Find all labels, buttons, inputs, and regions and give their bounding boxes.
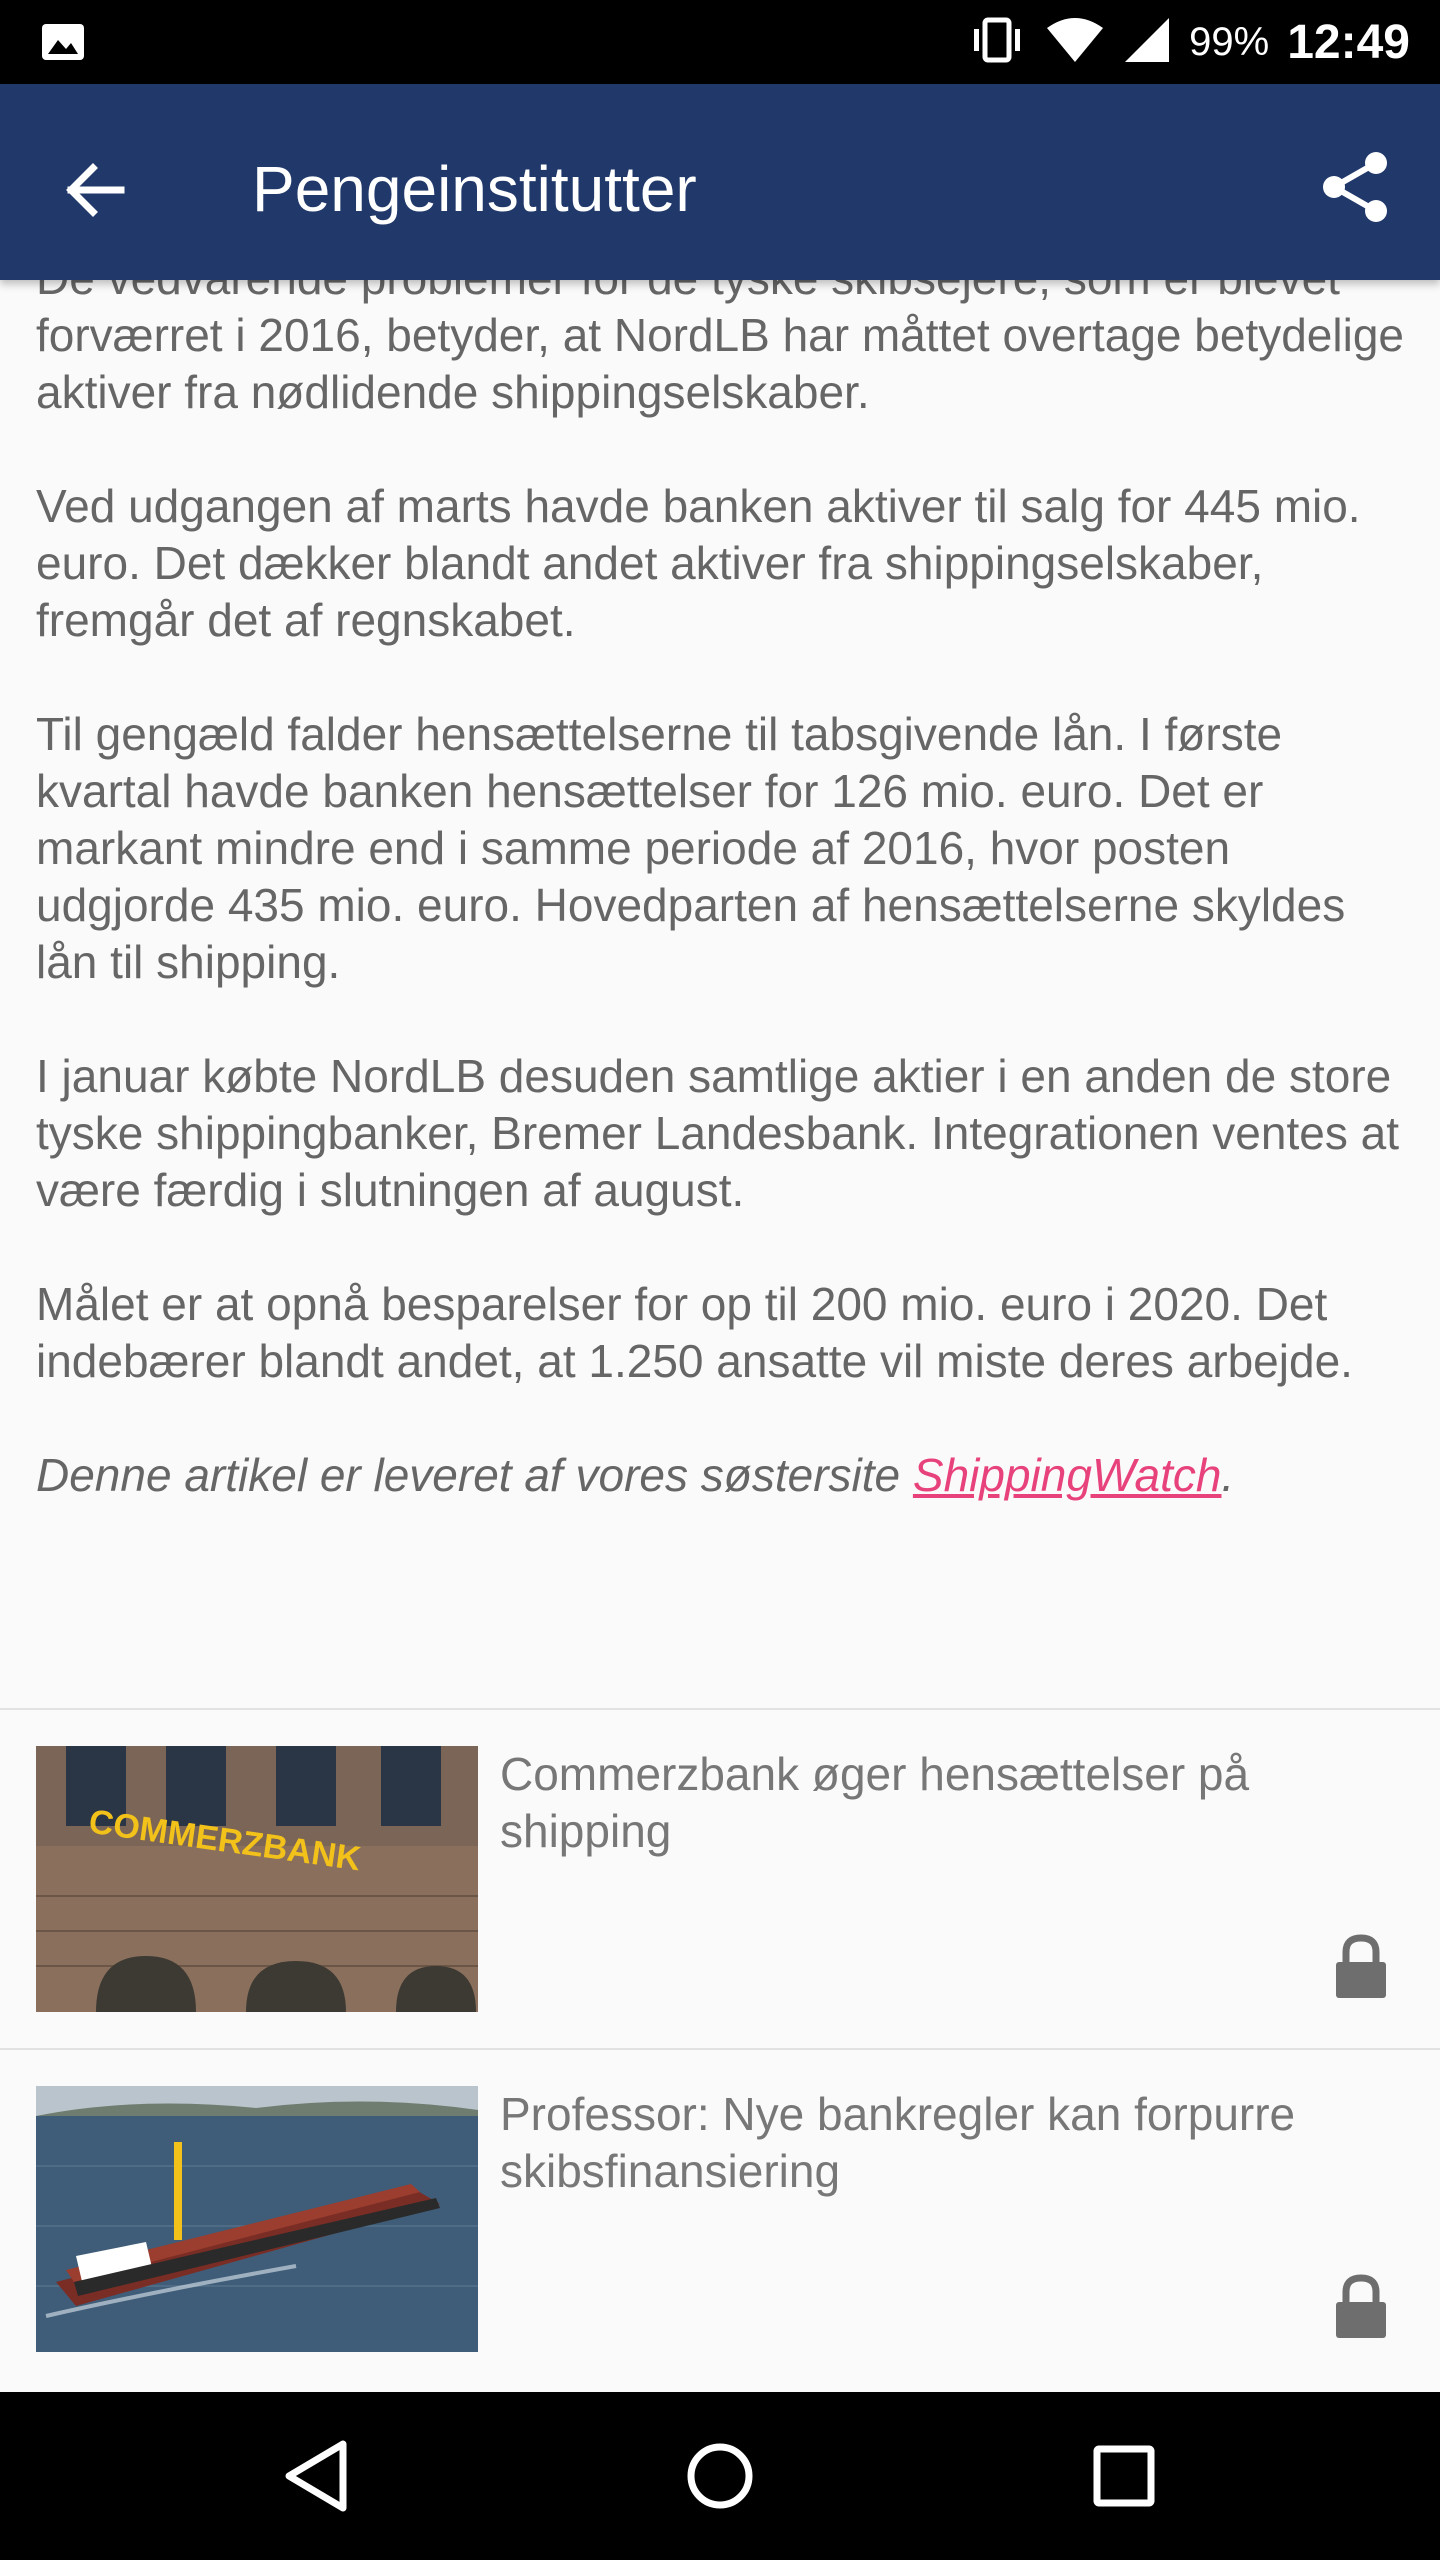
nav-home-button[interactable] <box>670 2426 770 2526</box>
article-content[interactable]: De vedvarende problemer for de tyske ski… <box>0 280 1440 2392</box>
navigation-bar <box>0 2392 1440 2560</box>
status-bar: 99% 12:49 <box>0 0 1440 84</box>
battery-percent: 99% <box>1189 19 1270 64</box>
article-paragraph: Målet er at opnå besparelser for op til … <box>36 1278 1353 1387</box>
related-article-title: Commerzbank øger hensættelser på shippin… <box>500 1748 1250 1857</box>
back-button[interactable] <box>52 148 136 232</box>
related-article-1[interactable]: COMMERZBANK Commerzbank øger hensættelse… <box>0 1710 1440 2048</box>
square-recents-icon <box>1093 2445 1155 2507</box>
clock: 12:49 <box>1287 15 1410 69</box>
signal-icon <box>1123 16 1171 69</box>
nav-back-button[interactable] <box>266 2426 366 2526</box>
article-body: De vedvarende problemer for de tyske ski… <box>36 280 1406 1561</box>
tanker-ship-thumbnail <box>36 2086 478 2352</box>
source-text: Denne artikel er leveret af vores søster… <box>36 1449 913 1501</box>
article-paragraph: Ved udgangen af marts havde banken aktiv… <box>36 480 1361 646</box>
wifi-icon <box>1045 16 1105 69</box>
gallery-notification-icon <box>40 22 86 67</box>
share-button[interactable] <box>1310 142 1400 232</box>
article-paragraph: De vedvarende problemer for de tyske ski… <box>36 280 1404 418</box>
commerzbank-thumbnail: COMMERZBANK <box>36 1746 478 2012</box>
article-paragraph: I januar købte NordLB desuden samtlige a… <box>36 1050 1399 1216</box>
page-title: Pengeinstitutter <box>252 153 697 225</box>
nav-recents-button[interactable] <box>1074 2426 1174 2526</box>
related-article-2[interactable]: Professor: Nye bankregler kan forpurre s… <box>0 2050 1440 2388</box>
circle-home-icon <box>687 2443 753 2509</box>
article-paragraph: Til gengæld falder hensættelserne til ta… <box>36 708 1346 988</box>
triangle-back-icon <box>285 2440 347 2512</box>
app-bar: Pengeinstitutter <box>0 84 1440 280</box>
share-icon <box>1323 152 1387 222</box>
shippingwatch-link[interactable]: ShippingWatch <box>913 1449 1222 1501</box>
source-end: . <box>1221 1449 1235 1501</box>
arrow-left-icon <box>66 163 125 217</box>
vibrate-icon <box>967 16 1027 69</box>
lock-icon <box>1336 2274 1386 2338</box>
article-source: Denne artikel er leveret af vores søster… <box>36 1447 1406 1504</box>
related-article-title: Professor: Nye bankregler kan forpurre s… <box>500 2088 1296 2197</box>
lock-icon <box>1336 1934 1386 1998</box>
